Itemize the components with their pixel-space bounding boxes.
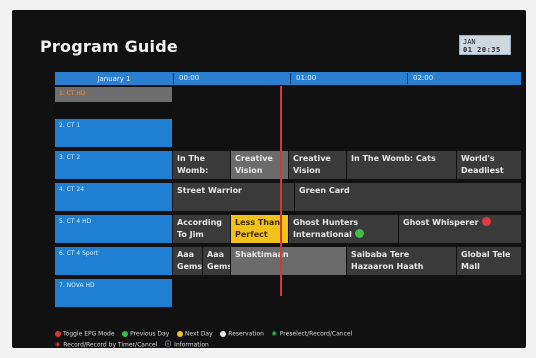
timebar-day: January 1: [97, 74, 131, 83]
time-bar: January 1 00:00 01:00 02:00: [55, 72, 521, 85]
channel-item[interactable]: 6. CT 4 Sport: [55, 247, 172, 275]
legend-line: Toggle EPG Mode Previous Day Next Day Re…: [55, 329, 521, 340]
legend-label: Record/Record by Timer/Cancel: [63, 341, 158, 348]
program-cell[interactable]: Aaa Gems: [202, 247, 232, 275]
channel-item[interactable]: 2. CT 1: [55, 119, 172, 147]
time-00-00: 00:00: [179, 74, 200, 82]
program-row: Aaa Gems Aaa Gems Shaktimaan Saibaba Ter…: [172, 247, 521, 275]
program-title: Ghost Hunters International: [293, 218, 359, 239]
program-grid: In The Womb: Creative Vision Creative Vi…: [172, 87, 521, 293]
channel-list: 1. CT HD 2. CT 1 3. CT 2 4. CT 24 5. CT …: [55, 87, 172, 311]
channel-item[interactable]: 5. CT 4 HD: [55, 215, 172, 243]
program-cell[interactable]: Ghost Hunters International: [288, 215, 398, 243]
record-icon: ◉: [271, 330, 277, 337]
channel-label: 5. CT 4 HD: [59, 218, 92, 225]
legend-label: Preselect/Record/Cancel: [279, 330, 353, 338]
channel-label: 4. CT 24: [59, 186, 85, 193]
program-cell[interactable]: According To Jim: [172, 215, 230, 243]
red-dot-icon: [481, 217, 491, 226]
channel-item[interactable]: 7. NOVA HD: [55, 279, 172, 307]
channel-item[interactable]: 1. CT HD: [55, 87, 172, 116]
time-02-00: 02:00: [413, 74, 434, 82]
legend-label: Toggle EPG Mode: [63, 330, 115, 338]
clock-date: 01 20:35: [463, 46, 501, 54]
footer-legend: Toggle EPG Mode Previous Day Next Day Re…: [55, 329, 521, 350]
time-01-00: 01:00: [296, 74, 317, 82]
program-title: Ghost Whisperer: [403, 218, 479, 227]
channel-label: 7. NOVA HD: [59, 282, 95, 289]
channel-label: 3. CT 2: [59, 154, 81, 161]
program-cell[interactable]: Creative Vision: [288, 151, 346, 179]
program-cell[interactable]: Ghost Whisperer: [398, 215, 521, 243]
yellow-circle-icon: [176, 331, 183, 337]
program-cell[interactable]: In The Womb: Cats: [346, 151, 456, 179]
record-timer-icon: ◉: [55, 340, 61, 348]
channel-item[interactable]: 4. CT 24: [55, 183, 172, 211]
program-cell[interactable]: Street Warrior: [172, 183, 294, 211]
legend-label: Previous Day: [130, 330, 170, 338]
timebar-divider: [407, 73, 408, 84]
channel-label: 6. CT 4 Sport: [59, 250, 99, 257]
channel-label: 2. CT 1: [59, 122, 81, 129]
legend-label: Information: [174, 341, 209, 348]
timebar-divider: [173, 73, 174, 84]
program-cell[interactable]: Shaktimaan: [230, 247, 346, 275]
clock-month: JAN: [463, 38, 476, 46]
channel-item[interactable]: 3. CT 2: [55, 151, 172, 179]
legend-label: Reservation: [228, 330, 264, 338]
program-row: In The Womb: Creative Vision Creative Vi…: [172, 151, 521, 179]
program-row: Street Warrior Green Card: [172, 183, 521, 211]
program-cell[interactable]: Green Card: [294, 183, 521, 211]
red-circle-icon: [55, 331, 61, 337]
current-time-indicator: [280, 86, 282, 296]
green-circle-icon: [122, 331, 129, 337]
legend-line: ◉ Record/Record by Timer/Cancel ⓘ Informat…: [55, 340, 521, 351]
page-title: Program Guide: [40, 37, 178, 56]
info-icon: ⓘ: [165, 340, 172, 348]
program-row: According To Jim Less Than Perfect Ghost…: [172, 215, 521, 243]
tv-screen: Program Guide JAN 01 20:35 January 1 00:…: [12, 10, 526, 348]
legend-label: Next Day: [184, 330, 213, 338]
channel-label: 1. CT HD: [59, 90, 86, 97]
program-cell[interactable]: Aaa Gems: [172, 247, 202, 275]
program-cell[interactable]: Saibaba Tere Hazaaron Haath: [346, 247, 456, 275]
clock-display: JAN 01 20:35: [459, 35, 511, 55]
selected-channel-bar: [55, 102, 172, 116]
timebar-divider: [290, 73, 291, 84]
white-circle-icon: [220, 331, 227, 337]
program-cell[interactable]: In The Womb:: [172, 151, 230, 179]
program-cell[interactable]: Global Tele Mall: [456, 247, 521, 275]
green-dot-icon: [354, 229, 364, 238]
program-cell[interactable]: World's Deadliest: [456, 151, 521, 179]
